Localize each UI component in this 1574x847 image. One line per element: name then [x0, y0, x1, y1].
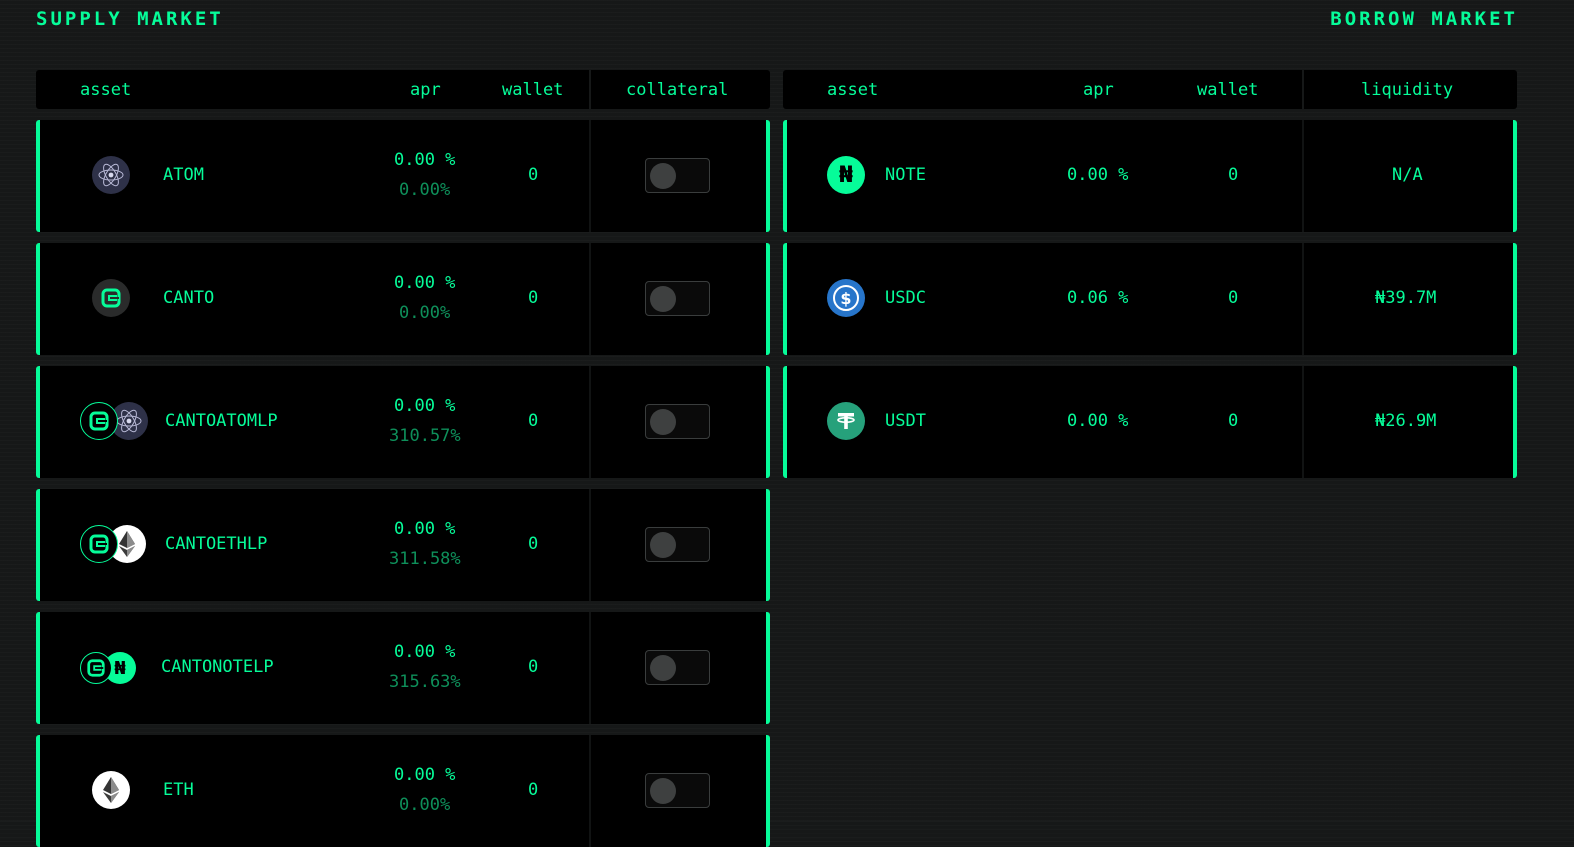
- wallet-balance: 0: [528, 411, 539, 431]
- row-divider: [1302, 243, 1304, 355]
- canto-note-lp-icon: ₦: [80, 648, 150, 688]
- usdt-icon: [827, 402, 867, 442]
- wallet-balance: 0: [528, 165, 539, 185]
- asset-name: USDC: [885, 288, 926, 308]
- borrow-row-note[interactable]: ₦ NOTE 0.00 % 0 N/A: [783, 120, 1517, 232]
- wallet-balance: 0: [528, 780, 539, 800]
- collateral-toggle[interactable]: [645, 650, 710, 685]
- canto-atom-lp-icon: [80, 402, 150, 442]
- apr-value: 0.00 %: [394, 765, 456, 785]
- supply-header-apr: apr: [410, 80, 441, 100]
- row-divider: [589, 735, 591, 847]
- asset-name: CANTOETHLP: [165, 534, 268, 554]
- toggle-knob: [650, 778, 676, 804]
- liquidity-value: ₦39.7M: [1375, 288, 1437, 308]
- supply-header-collateral: collateral: [626, 80, 729, 100]
- wallet-balance: 0: [528, 657, 539, 677]
- supply-row-atom[interactable]: ATOM 0.00 % 0.00% 0: [36, 120, 770, 232]
- row-divider: [1302, 366, 1304, 478]
- apr-value: 0.00 %: [394, 519, 456, 539]
- toggle-knob: [650, 409, 676, 435]
- row-divider: [589, 243, 591, 355]
- asset-name: USDT: [885, 411, 926, 431]
- apr-value: 0.00 %: [394, 642, 456, 662]
- header-divider: [1302, 70, 1304, 109]
- borrow-header-wallet: wallet: [1197, 80, 1259, 100]
- usdc-icon: $: [827, 279, 867, 319]
- wallet-balance: 0: [528, 534, 539, 554]
- apr-reward: 315.63%: [389, 672, 461, 692]
- supply-row-cantoatomlp[interactable]: CANTOATOMLP 0.00 % 310.57% 0: [36, 366, 770, 478]
- asset-name: CANTONOTELP: [161, 657, 274, 677]
- collateral-toggle[interactable]: [645, 404, 710, 439]
- wallet-balance: 0: [1228, 165, 1239, 185]
- toggle-knob: [650, 532, 676, 558]
- row-divider: [589, 120, 591, 232]
- supply-market-title: SUPPLY MARKET: [36, 8, 224, 30]
- row-divider: [589, 366, 591, 478]
- supply-row-cantoethlp[interactable]: CANTOETHLP 0.00 % 311.58% 0: [36, 489, 770, 601]
- canto-icon: [92, 279, 132, 319]
- collateral-toggle[interactable]: [645, 158, 710, 193]
- borrow-market-table: asset apr wallet liquidity ₦ NOTE 0.00 %…: [783, 70, 1517, 478]
- toggle-knob: [650, 655, 676, 681]
- canto-eth-lp-icon: [80, 525, 150, 565]
- apr-value: 0.00 %: [1067, 411, 1129, 431]
- apr-reward: 0.00%: [399, 795, 451, 815]
- asset-name: CANTO: [163, 288, 215, 308]
- row-divider: [1302, 120, 1304, 232]
- apr-value: 0.00 %: [394, 396, 456, 416]
- supply-row-eth[interactable]: ETH 0.00 % 0.00% 0: [36, 735, 770, 847]
- eth-icon: [92, 771, 132, 811]
- borrow-header-liquidity: liquidity: [1361, 80, 1454, 100]
- apr-reward: 310.57%: [389, 426, 461, 446]
- borrow-market-title: BORROW MARKET: [1330, 8, 1518, 30]
- wallet-balance: 0: [1228, 411, 1239, 431]
- apr-value: 0.00 %: [394, 273, 456, 293]
- apr-value: 0.00 %: [394, 150, 456, 170]
- wallet-balance: 0: [528, 288, 539, 308]
- asset-name: NOTE: [885, 165, 926, 185]
- liquidity-value: N/A: [1392, 165, 1423, 185]
- apr-reward: 311.58%: [389, 549, 461, 569]
- apr-reward: 0.00%: [399, 303, 451, 323]
- borrow-row-usdc[interactable]: $ USDC 0.06 % 0 ₦39.7M: [783, 243, 1517, 355]
- borrow-header-asset: asset: [827, 80, 879, 100]
- supply-market-table: asset apr wallet collateral ATOM 0.00 % …: [36, 70, 770, 847]
- collateral-toggle[interactable]: [645, 527, 710, 562]
- asset-name: ETH: [163, 780, 194, 800]
- liquidity-value: ₦26.9M: [1375, 411, 1437, 431]
- collateral-toggle[interactable]: [645, 281, 710, 316]
- atom-icon: [92, 156, 132, 196]
- borrow-header-apr: apr: [1083, 80, 1114, 100]
- supply-row-cantonotelp[interactable]: ₦ CANTONOTELP 0.00 % 315.63% 0: [36, 612, 770, 724]
- collateral-toggle[interactable]: [645, 773, 710, 808]
- apr-value: 0.00 %: [1067, 165, 1129, 185]
- header-divider: [589, 70, 591, 109]
- row-divider: [589, 489, 591, 601]
- borrow-row-usdt[interactable]: USDT 0.00 % 0 ₦26.9M: [783, 366, 1517, 478]
- svg-text:$: $: [840, 289, 851, 308]
- note-icon: ₦: [827, 156, 867, 196]
- title-bar: SUPPLY MARKET BORROW MARKET: [36, 8, 1518, 34]
- supply-header-asset: asset: [80, 80, 132, 100]
- supply-header-wallet: wallet: [502, 80, 564, 100]
- toggle-knob: [650, 286, 676, 312]
- supply-table-header: asset apr wallet collateral: [36, 70, 770, 109]
- asset-name: CANTOATOMLP: [165, 411, 278, 431]
- row-divider: [589, 612, 591, 724]
- wallet-balance: 0: [1228, 288, 1239, 308]
- apr-reward: 0.00%: [399, 180, 451, 200]
- apr-value: 0.06 %: [1067, 288, 1129, 308]
- borrow-table-header: asset apr wallet liquidity: [783, 70, 1517, 109]
- supply-row-canto[interactable]: CANTO 0.00 % 0.00% 0: [36, 243, 770, 355]
- toggle-knob: [650, 163, 676, 189]
- asset-name: ATOM: [163, 165, 204, 185]
